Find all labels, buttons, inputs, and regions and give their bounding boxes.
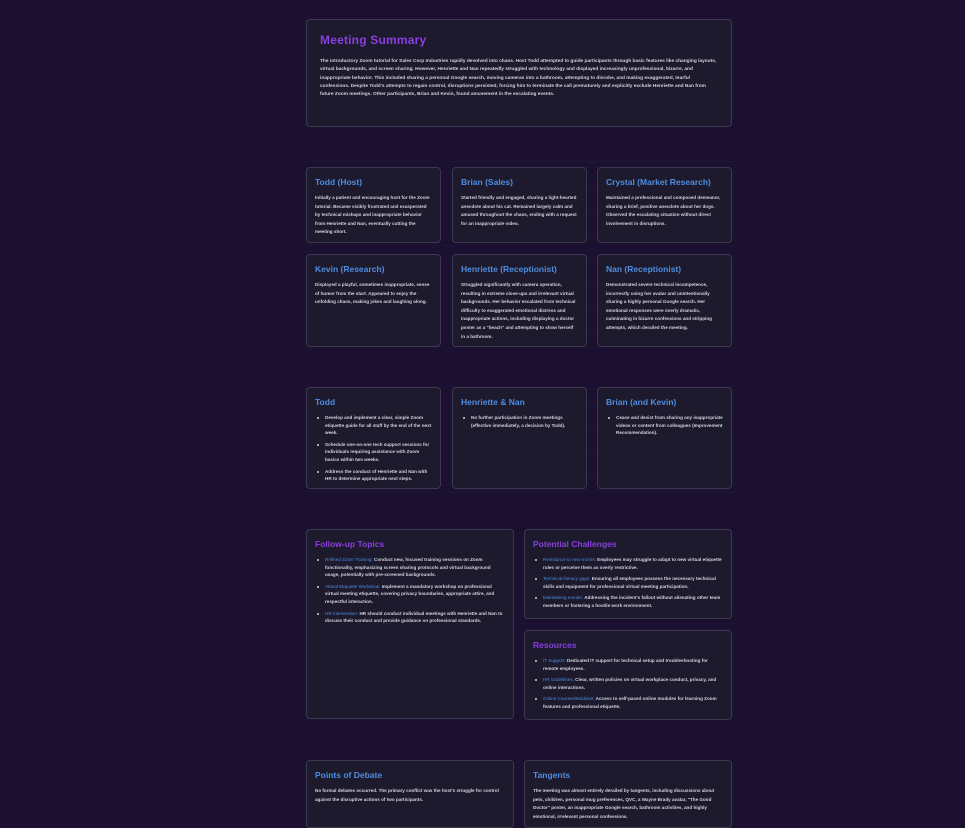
participant-card-henriette: Henriette (Receptionist) Struggled signi… [452, 254, 587, 347]
participant-card-brian: Brian (Sales) Started friendly and engag… [452, 167, 587, 243]
action-owner: Todd [315, 397, 336, 407]
resources-title: Resources [533, 640, 577, 650]
challenge-label: Maintaining morale: [543, 595, 584, 601]
participant-desc: Initially a patient and encouraging host… [315, 195, 430, 235]
resource-item: Online Courses/Modules: Access to self-p… [533, 695, 723, 710]
participant-card-kevin: Kevin (Research) Displayed a playful, so… [306, 254, 441, 347]
resource-item: HR Guidelines: Clear, written policies o… [533, 676, 723, 691]
followup-item: HR Intervention: HR should conduct indiv… [315, 610, 505, 625]
resource-item: IT Support: Dedicated IT support for tec… [533, 657, 723, 672]
participant-card-nan: Nan (Receptionist) Demonstrated severe t… [597, 254, 732, 347]
challenges-title: Potential Challenges [533, 539, 617, 549]
action-card-todd: Todd Develop and implement a clear, simp… [306, 387, 441, 489]
participant-name: Crystal (Market Research) [606, 177, 711, 187]
participant-card-crystal: Crystal (Market Research) Maintained a p… [597, 167, 732, 243]
participant-desc: Maintained a professional and composed d… [606, 195, 721, 226]
action-card-brian-kevin: Brian (and Kevin) Cease and desist from … [597, 387, 732, 489]
challenge-item: Technical literacy gaps: Ensuring all em… [533, 575, 723, 590]
followup-label: HR Intervention: [325, 610, 359, 616]
summary-text: The introductory Zoom tutorial for Sales… [320, 59, 717, 98]
participant-desc: Struggled significantly with camera oper… [461, 282, 576, 339]
action-item: Schedule one-on-one tech support session… [315, 441, 432, 464]
action-card-henriette-nan: Henriette & Nan No further participation… [452, 387, 587, 489]
challenge-item: Resistance to new norms: Employees may s… [533, 556, 723, 571]
resources-list: IT Support: Dedicated IT support for tec… [533, 657, 723, 711]
challenge-item: Maintaining morale: Addressing the incid… [533, 594, 723, 609]
resources-card: Resources IT Support: Dedicated IT suppo… [524, 630, 732, 720]
action-item: No further participation in Zoom meeting… [461, 414, 578, 429]
followup-item: Virtual Etiquette Workshop: Implement a … [315, 583, 505, 606]
debate-card: Points of Debate No formal debates occur… [306, 760, 514, 828]
summary-title: Meeting Summary [320, 33, 427, 47]
followup-label: Refined Zoom Training: [325, 557, 373, 562]
participant-name: Brian (Sales) [461, 177, 513, 187]
resource-text: Dedicated IT support for technical setup… [543, 658, 708, 671]
debate-text: No formal debates occurred. The primary … [315, 788, 499, 802]
participant-name: Henriette (Receptionist) [461, 264, 557, 274]
tangents-text: The meeting was almost entirely derailed… [533, 788, 715, 819]
action-list: Develop and implement a clear, simple Zo… [315, 414, 432, 483]
challenge-label: Resistance to new norms: [543, 557, 596, 562]
challenge-label: Technical literacy gaps: [543, 576, 591, 582]
action-item: Cease and desist from sharing any inappr… [606, 414, 723, 437]
action-item: Develop and implement a clear, simple Zo… [315, 414, 432, 437]
followup-card: Follow-up Topics Refined Zoom Training: … [306, 529, 514, 719]
tangents-title: Tangents [533, 770, 571, 780]
followup-item: Refined Zoom Training: Conduct new, focu… [315, 556, 505, 579]
action-list: Cease and desist from sharing any inappr… [606, 414, 723, 437]
challenges-list: Resistance to new norms: Employees may s… [533, 556, 723, 610]
resource-label: Online Courses/Modules: [543, 696, 595, 702]
participant-name: Kevin (Research) [315, 264, 385, 274]
challenges-card: Potential Challenges Resistance to new n… [524, 529, 732, 619]
participant-desc: Started friendly and engaged, sharing a … [461, 195, 577, 226]
participant-desc: Displayed a playful, sometimes inappropr… [315, 282, 430, 305]
action-owner: Brian (and Kevin) [606, 397, 677, 407]
followup-list: Refined Zoom Training: Conduct new, focu… [315, 556, 505, 625]
resource-label: IT Support: [543, 658, 566, 663]
debate-title: Points of Debate [315, 770, 383, 780]
participant-card-todd: Todd (Host) Initially a patient and enco… [306, 167, 441, 243]
followup-label: Virtual Etiquette Workshop: [325, 583, 381, 589]
tangents-card: Tangents The meeting was almost entirely… [524, 760, 732, 828]
participant-desc: Demonstrated severe technical incompeten… [606, 282, 712, 330]
participant-name: Nan (Receptionist) [606, 264, 682, 274]
action-item: Address the conduct of Henriette and Nan… [315, 468, 432, 483]
action-owner: Henriette & Nan [461, 397, 525, 407]
participant-name: Todd (Host) [315, 177, 363, 187]
resource-label: HR Guidelines: [543, 677, 574, 683]
action-list: No further participation in Zoom meeting… [461, 414, 578, 429]
meeting-summary-card: Meeting Summary The introductory Zoom tu… [306, 19, 732, 127]
followup-title: Follow-up Topics [315, 539, 385, 549]
